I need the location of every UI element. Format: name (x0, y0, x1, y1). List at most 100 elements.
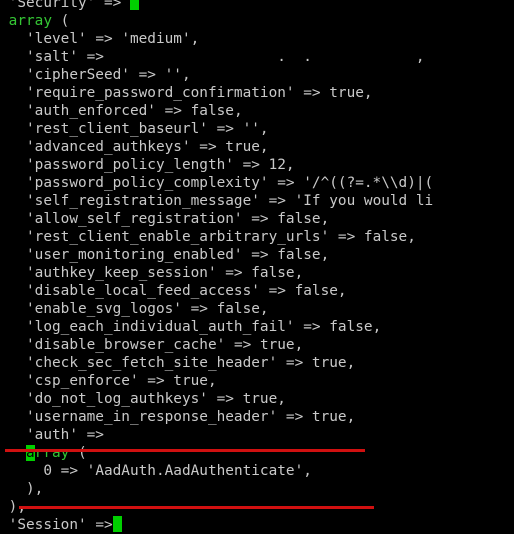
config-key: 'auth' (26, 427, 78, 443)
config-key: 'level' (26, 31, 87, 47)
config-value: false, (277, 211, 330, 227)
arrow-operator: => (294, 85, 330, 101)
config-value: true, (311, 409, 356, 425)
config-value: '/^((?=.*\\d)|( (303, 175, 434, 191)
arrow-operator: => (190, 139, 226, 155)
config-value: false, (329, 319, 382, 335)
terminal-line: 'rest_client_enable_arbitrary_urls' => f… (0, 228, 416, 246)
config-key: 'username_in_response_header' (26, 409, 278, 425)
config-key: 'Session' (8, 517, 87, 533)
config-key: 'self_registration_message' (26, 193, 260, 209)
config-key: 'advanced_authkeys' (26, 139, 191, 155)
terminal-line: 'authkey_keep_session' => false, (0, 264, 303, 282)
terminal-line: 'require_password_confirmation' => true, (0, 84, 373, 102)
terminal-line: 'advanced_authkeys' => true, (0, 138, 269, 156)
terminal-line: 'Session' => (0, 516, 122, 534)
config-value: true, (311, 355, 356, 371)
terminal-line: 'log_each_individual_auth_fail' => false… (0, 318, 381, 336)
terminal-line: 'user_monitoring_enabled' => false, (0, 246, 329, 264)
terminal-line: 'auth' => (0, 426, 104, 444)
terminal-window[interactable]: 'Security' => array ( 'level' => 'medium… (0, 0, 514, 534)
config-value: 12, (268, 157, 295, 173)
config-value: true, (225, 139, 269, 155)
terminal-line: 'cipherSeed' => '', (0, 66, 191, 84)
terminal-line: ), (0, 480, 43, 498)
arrow-operator: => (52, 463, 87, 479)
terminal-line: array ( (0, 12, 70, 30)
config-key: 'password_policy_complexity' (26, 175, 269, 191)
terminal-line: 'password_policy_length' => 12, (0, 156, 295, 174)
config-key: 'require_password_confirmation' (26, 85, 295, 101)
arrow-operator: => (329, 229, 364, 245)
terminal-line: 'check_sec_fetch_site_header' => true, (0, 354, 355, 372)
annotation-underline-top (5, 449, 365, 452)
terminal-line: 'disable_local_feed_access' => false, (0, 282, 347, 300)
terminal-line: 'username_in_response_header' => true, (0, 408, 355, 426)
arrow-operator: => (242, 247, 278, 263)
config-value: true, (242, 391, 286, 407)
terminal-line: 'allow_self_registration' => false, (0, 210, 329, 228)
cursor-block (129, 0, 139, 10)
config-value: 'medium', (121, 31, 200, 47)
arrow-operator: => (225, 337, 260, 353)
config-value: true, (329, 85, 373, 101)
config-key: 0 (43, 463, 52, 479)
config-value: '', (242, 121, 269, 137)
php-keyword: rray (34, 445, 70, 461)
terminal-line: 'enable_svg_logos' => false, (0, 300, 269, 318)
config-value: false, (294, 283, 347, 299)
config-value: true, (173, 373, 217, 389)
terminal-line: 'level' => 'medium', (0, 30, 199, 48)
cursor-char: a (26, 445, 35, 461)
arrow-operator: => (77, 49, 104, 65)
config-value: true, (259, 337, 304, 353)
config-key: 'Security' (8, 0, 96, 11)
terminal-line: 'password_policy_complexity' => '/^((?=.… (0, 174, 433, 192)
terminal-line: 'Security' => (0, 0, 139, 12)
terminal-line: 'salt' => . . , (0, 48, 425, 66)
terminal-line: array ( (0, 444, 87, 462)
annotation-underline-bottom (19, 506, 374, 509)
config-value: 'If you would li (294, 193, 434, 209)
arrow-operator: => (294, 319, 330, 335)
config-value: false, (190, 103, 243, 119)
arrow-operator: => (259, 283, 295, 299)
terminal-line: 'rest_client_baseurl' => '', (0, 120, 269, 138)
config-value: '', (164, 67, 191, 83)
config-value: 'AadAuth.AadAuthenticate', (86, 463, 312, 479)
php-keyword: array (8, 13, 52, 29)
arrow-operator: => (277, 355, 312, 371)
arrow-operator: => (129, 67, 165, 83)
arrow-operator: => (277, 409, 312, 425)
cursor-block (112, 516, 122, 532)
terminal-line: 'csp_enforce' => true, (0, 372, 217, 390)
config-value: false, (216, 301, 269, 317)
config-key: 'disable_local_feed_access' (26, 283, 260, 299)
terminal-line: 'self_registration_message' => 'If you w… (0, 192, 433, 210)
arrow-operator: => (95, 0, 130, 11)
arrow-operator: => (242, 211, 278, 227)
syntax-punctuation: ( (69, 445, 87, 461)
config-key: 'disable_browser_cache' (26, 337, 226, 353)
config-key: 'check_sec_fetch_site_header' (26, 355, 278, 371)
